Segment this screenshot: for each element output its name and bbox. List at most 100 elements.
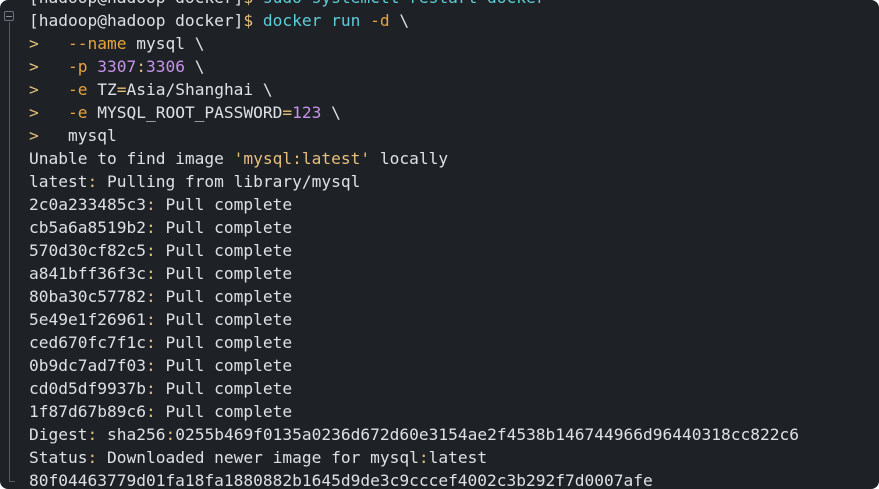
terminal-line: a841bff36f3c: Pull complete <box>29 262 799 285</box>
terminal-text-segment: [hadoop@hadoop docker] <box>29 0 243 7</box>
terminal-text-segment: Pull complete <box>155 287 293 306</box>
terminal-text-segment: : <box>87 448 98 467</box>
terminal-text-segment: Asia/Shanghai \ <box>126 80 273 99</box>
terminal-text-segment: -p <box>67 57 88 76</box>
terminal-text-segment: 2c0a233485c3 <box>29 195 146 214</box>
terminal-line: ced670fc7f1c: Pull complete <box>29 331 799 354</box>
terminal-text-segment: \ <box>389 11 410 30</box>
terminal-text-segment: ced670fc7f1c <box>29 333 146 352</box>
terminal-text-segment: 'mysql:latest' <box>233 149 371 168</box>
terminal-text-segment: : <box>145 241 156 260</box>
terminal-text-segment: $ <box>243 11 263 30</box>
terminal-text-segment: 80f04463779d01fa18fa1880882b1645d9de3c9c… <box>29 471 653 489</box>
terminal-text-segment: : <box>418 448 429 467</box>
terminal-line: Digest: sha256:0255b469f0135a0236d672d60… <box>29 423 799 446</box>
terminal-text-segment: > <box>29 57 68 76</box>
terminal-text-segment: Pull complete <box>155 264 293 283</box>
terminal-text-segment: : <box>145 356 156 375</box>
terminal-text-segment: 80ba30c57782 <box>29 287 146 306</box>
terminal-text-segment: > <box>29 80 68 99</box>
terminal-text-segment: sha256 <box>97 425 166 444</box>
terminal-text-segment: : <box>87 425 98 444</box>
terminal-text-segment: : <box>145 379 156 398</box>
terminal-text-segment: mysql <box>67 126 117 145</box>
terminal-text-segment: docker run <box>262 11 371 30</box>
terminal-text-segment: Downloaded newer image for mysql <box>97 448 419 467</box>
terminal-line: Status: Downloaded newer image for mysql… <box>29 446 799 469</box>
terminal-text-segment: > <box>29 34 68 53</box>
terminal-text-segment: Pull complete <box>155 379 293 398</box>
terminal-line: > mysql <box>29 124 799 147</box>
terminal-text-segment: : <box>145 195 156 214</box>
terminal-text-segment: cb5a6a8519b2 <box>29 218 146 237</box>
terminal-text-segment: Pulling from library/mysql <box>97 172 361 191</box>
terminal-text-segment: : <box>87 172 98 191</box>
terminal-text-segment: : <box>145 402 156 421</box>
terminal-text-segment: Pull complete <box>155 310 293 329</box>
terminal-text-segment: 3307 <box>97 57 137 76</box>
terminal-text-segment: : <box>145 218 156 237</box>
terminal-text-segment: $ <box>243 0 263 7</box>
terminal-text-segment: -e <box>67 80 88 99</box>
terminal-text-segment: [hadoop@hadoop docker] <box>29 11 244 30</box>
terminal-line: > -p 3307:3306 \ <box>29 55 799 78</box>
terminal-text-segment: 123 <box>292 103 322 122</box>
terminal-text-segment: --name <box>67 34 127 53</box>
terminal-text-segment: MYSQL_ROOT_PASSWORD <box>87 103 283 122</box>
terminal-text-segment: -e <box>67 103 88 122</box>
fold-guide-end <box>9 481 15 482</box>
terminal-text-segment: : <box>145 310 156 329</box>
terminal-line: 1f87d67b89c6: Pull complete <box>29 400 799 423</box>
terminal-text-segment: \ <box>184 57 205 76</box>
terminal-line: 5e49e1f26961: Pull complete <box>29 308 799 331</box>
terminal-line: 0b9dc7ad7f03: Pull complete <box>29 354 799 377</box>
terminal-text-segment: -d <box>370 11 390 30</box>
terminal-text-segment: Pull complete <box>155 402 293 421</box>
terminal-text-segment: mysql \ <box>126 34 205 53</box>
fold-guide-line <box>9 22 10 482</box>
terminal-text-segment: : <box>145 264 156 283</box>
terminal-line: 80ba30c57782: Pull complete <box>29 285 799 308</box>
terminal-text-segment: Pull complete <box>155 356 293 375</box>
terminal-text-segment: cd0d5df9937b <box>29 379 146 398</box>
terminal-line: [hadoop@hadoop docker]$ sudo systemctl r… <box>29 0 799 9</box>
terminal-text-segment: 0b9dc7ad7f03 <box>29 356 146 375</box>
terminal-text-segment: TZ <box>87 80 117 99</box>
terminal-line: 80f04463779d01fa18fa1880882b1645d9de3c9c… <box>29 469 799 489</box>
terminal-line: cb5a6a8519b2: Pull complete <box>29 216 799 239</box>
terminal-line: latest: Pulling from library/mysql <box>29 170 799 193</box>
terminal-text-segment: 5e49e1f26961 <box>29 310 146 329</box>
terminal-line: > -e TZ=Asia/Shanghai \ <box>29 78 799 101</box>
terminal-text-segment: latest <box>428 448 488 467</box>
terminal-text-segment: 1f87d67b89c6 <box>29 402 146 421</box>
terminal-text-segment: Unable to find image <box>29 149 234 168</box>
terminal-line: Unable to find image 'mysql:latest' loca… <box>29 147 799 170</box>
terminal-text-segment: = <box>282 103 293 122</box>
terminal-line: [hadoop@hadoop docker]$ docker run -d \ <box>29 9 799 32</box>
terminal-text-segment: Pull complete <box>155 241 293 260</box>
terminal-text-segment: \ <box>321 103 341 122</box>
terminal-text-segment: sudo systemctl restart docker <box>263 0 546 7</box>
terminal-text-segment: a841bff36f3c <box>29 264 146 283</box>
terminal-text-segment: Digest <box>29 425 88 444</box>
terminal-line: 570d30cf82c5: Pull complete <box>29 239 799 262</box>
terminal-text-segment: Status <box>29 448 88 467</box>
terminal-text-segment: : <box>165 425 176 444</box>
terminal-text-segment: : <box>136 57 146 76</box>
terminal-text-segment: Pull complete <box>155 218 293 237</box>
terminal-text-segment: : <box>145 333 156 352</box>
collapse-icon[interactable] <box>4 11 14 21</box>
terminal-text-segment: 570d30cf82c5 <box>29 241 146 260</box>
terminal-line: > -e MYSQL_ROOT_PASSWORD=123 \ <box>29 101 799 124</box>
terminal-output[interactable]: [hadoop@hadoop docker]$ sudo systemctl r… <box>29 0 799 489</box>
terminal-window[interactable]: [hadoop@hadoop docker]$ sudo systemctl r… <box>0 0 879 489</box>
terminal-text-segment: : <box>145 287 156 306</box>
terminal-text-segment: > <box>29 126 68 145</box>
terminal-text-segment: latest <box>29 172 88 191</box>
terminal-line: cd0d5df9937b: Pull complete <box>29 377 799 400</box>
terminal-text-segment: 3306 <box>145 57 185 76</box>
terminal-text-segment: Pull complete <box>155 195 293 214</box>
terminal-text-segment: 0255b469f0135a0236d672d60e3154ae2f4538b1… <box>175 425 799 444</box>
terminal-line: 2c0a233485c3: Pull complete <box>29 193 799 216</box>
